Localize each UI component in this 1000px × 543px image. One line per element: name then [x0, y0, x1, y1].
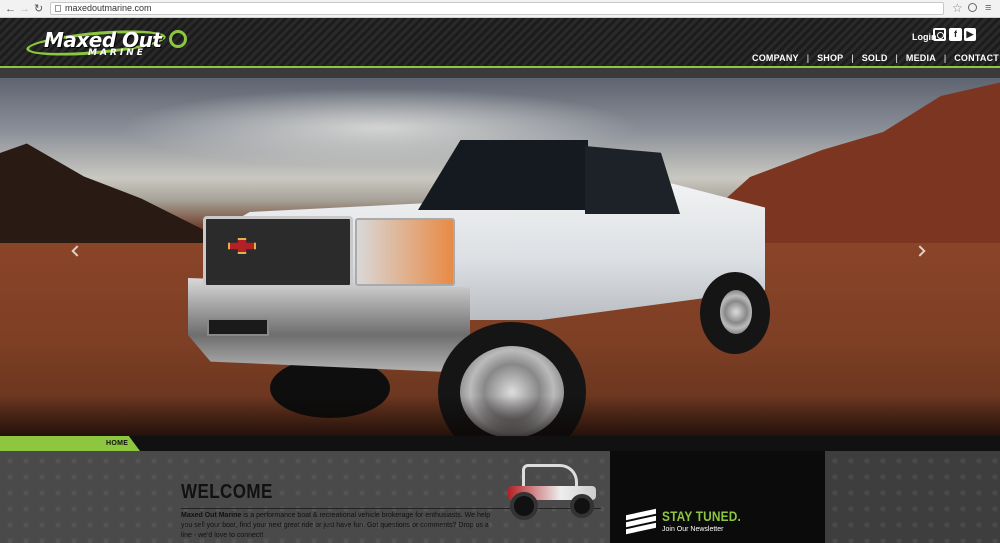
welcome-brand: Maxed Out Marine	[181, 512, 242, 519]
truck-rear-wheel	[700, 272, 770, 354]
nav-separator: |	[943, 53, 947, 63]
hero-bottom-shade	[0, 396, 1000, 436]
nav-item-media[interactable]: MEDIA	[906, 52, 936, 64]
address-bar[interactable]: maxedoutmarine.com	[50, 2, 944, 15]
right-panel	[825, 451, 1000, 543]
back-icon[interactable]: ←	[5, 2, 16, 16]
newsletter-subtitle[interactable]: Join Our Newsletter	[662, 526, 723, 533]
welcome-text: Maxed Out Marine is a performance boat &…	[181, 511, 501, 541]
newsletter-title[interactable]: STAY TUNED.	[662, 508, 741, 524]
nav-item-company[interactable]: COMPANY	[752, 52, 799, 64]
logo-word-marine: MARINE	[88, 48, 146, 58]
bookmark-star-icon[interactable]: ☆	[952, 1, 963, 15]
forward-icon[interactable]: →	[19, 2, 30, 16]
truck-grille	[203, 216, 353, 288]
address-url: maxedoutmarine.com	[65, 3, 152, 13]
truck-side-window	[585, 146, 680, 214]
truck-light-bar	[207, 318, 269, 336]
browser-menu-icon[interactable]: ≡	[985, 1, 991, 15]
breadcrumb-bar	[0, 436, 1000, 451]
site-logo[interactable]: Maxed Out MARINE	[25, 24, 187, 61]
gauge-icon	[169, 30, 187, 48]
nav-item-shop[interactable]: SHOP	[817, 52, 843, 64]
nav-separator: |	[806, 53, 810, 63]
nav-separator: |	[895, 53, 898, 63]
nav-item-sold[interactable]: SOLD	[862, 52, 888, 64]
welcome-title: WELCOME	[181, 481, 273, 503]
buggy-image	[500, 462, 600, 522]
browser-toolbar: ← → ↻ maxedoutmarine.com ☆ ≡	[0, 0, 1000, 18]
nav-separator: |	[851, 53, 854, 63]
header-subbar	[0, 68, 1000, 78]
youtube-icon[interactable]: ▶	[964, 28, 976, 41]
nav-item-contact[interactable]: CONTACT	[954, 52, 999, 64]
extension-icon[interactable]	[968, 3, 977, 12]
hero-slider	[0, 78, 1000, 436]
reload-icon[interactable]: ↻	[34, 2, 43, 16]
truck-headlight	[355, 218, 455, 286]
instagram-icon[interactable]	[933, 28, 946, 41]
newsletter-stack-icon	[626, 508, 656, 535]
main-nav: COMPANY | SHOP | SOLD | MEDIA | CONTACT …	[752, 52, 1000, 64]
facebook-icon[interactable]: f	[949, 28, 962, 41]
page-icon	[55, 5, 61, 12]
breadcrumb-home[interactable]: HOME	[106, 438, 128, 449]
